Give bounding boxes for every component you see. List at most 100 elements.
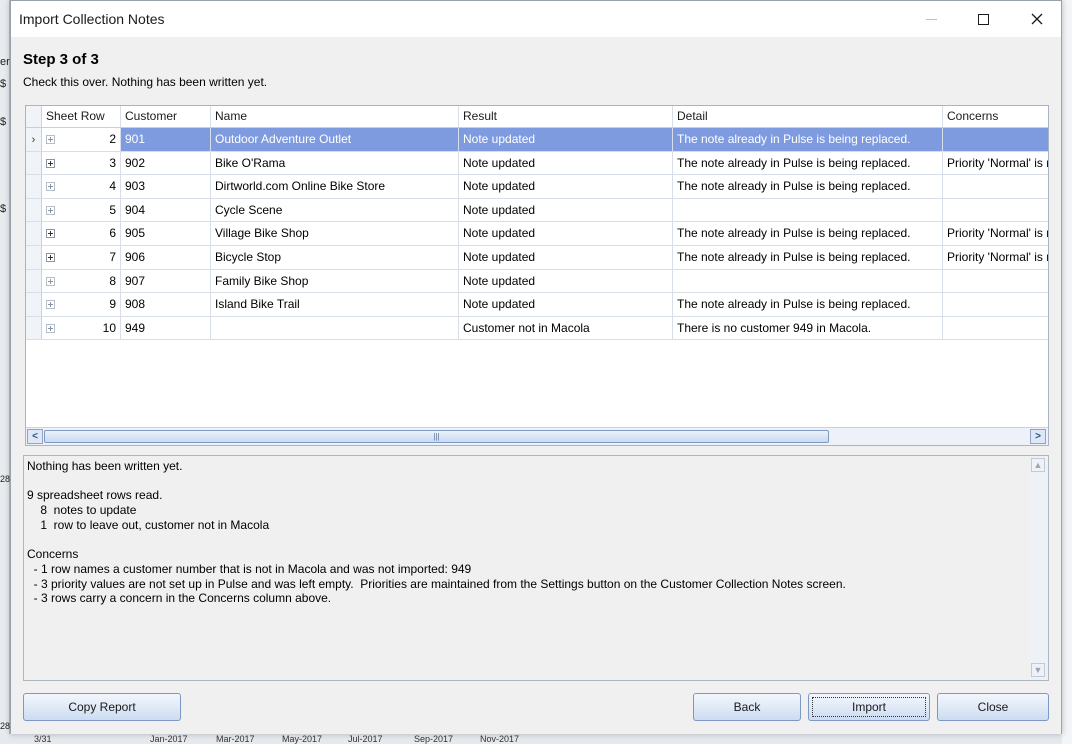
scroll-right-button[interactable]: > [1030,429,1046,444]
grid-header: Sheet Row Customer Name Result Detail Co… [26,106,1048,128]
detail-cell[interactable]: The note already in Pulse is being repla… [673,128,943,152]
column-header-customer[interactable]: Customer [121,106,211,127]
sheet-row-cell[interactable]: 6 [42,222,121,246]
customer-cell[interactable]: 907 [121,269,211,294]
result-cell[interactable]: Note updated [459,222,673,246]
import-button[interactable]: Import [808,693,930,721]
scroll-up-button[interactable]: ▲ [1031,458,1045,472]
step-subtitle: Check this over. Nothing has been writte… [23,75,268,89]
name-cell[interactable]: Village Bike Shop [211,222,459,246]
sheet-row-cell[interactable]: 7 [42,246,121,270]
customer-cell[interactable]: 904 [121,198,211,223]
result-cell[interactable]: Note updated [459,128,673,152]
name-cell[interactable]: Family Bike Shop [211,269,459,294]
customer-cell[interactable]: 902 [121,151,211,176]
concerns-cell[interactable] [943,175,1048,199]
horizontal-scroll-thumb[interactable]: ||| [44,430,829,443]
close-window-button[interactable] [1013,1,1061,37]
table-row[interactable]: 6 905 Village Bike Shop Note updated The… [26,222,1048,246]
concerns-cell[interactable]: Priority 'Normal' is n [943,152,1048,176]
name-cell[interactable]: Dirtworld.com Online Bike Store [211,175,459,199]
customer-cell[interactable]: 949 [121,316,211,341]
table-row[interactable]: 9 908 Island Bike Trail Note updated The… [26,293,1048,317]
sheet-row-cell[interactable]: 5 [42,198,121,223]
name-cell[interactable]: Island Bike Trail [211,293,459,317]
row-indicator [26,222,42,246]
sheet-row-cell[interactable]: 9 [42,293,121,317]
close-button[interactable]: Close [937,693,1049,721]
table-row[interactable]: 8 907 Family Bike Shop Note updated [26,269,1048,294]
table-row[interactable]: 10 949 Customer not in Macola There is n… [26,316,1048,341]
customer-cell[interactable]: 906 [121,246,211,270]
concerns-cell[interactable] [943,199,1048,223]
copy-report-button[interactable]: Copy Report [23,693,181,721]
column-header-result[interactable]: Result [459,106,673,127]
result-cell[interactable]: Note updated [459,175,673,199]
expand-row-icon[interactable] [46,229,55,239]
expand-row-icon[interactable] [46,300,55,310]
customer-cell[interactable]: 905 [121,222,211,246]
table-row[interactable]: › 2 901 Outdoor Adventure Outlet Note up… [26,128,1048,152]
name-cell[interactable] [211,316,459,341]
minimize-icon [925,18,937,20]
customer-cell[interactable]: 908 [121,293,211,317]
name-cell[interactable]: Bicycle Stop [211,246,459,270]
column-header-concerns[interactable]: Concerns [943,106,1048,127]
sheet-row-cell[interactable]: 10 [42,316,121,341]
expand-row-icon[interactable] [46,276,55,286]
column-header-detail[interactable]: Detail [673,106,943,127]
expand-row-icon[interactable] [46,158,55,168]
back-button[interactable]: Back [693,693,801,721]
name-cell[interactable]: Outdoor Adventure Outlet [211,128,459,152]
table-row[interactable]: 7 906 Bicycle Stop Note updated The note… [26,246,1048,270]
expand-row-icon[interactable] [46,135,55,144]
maximize-button[interactable] [959,1,1007,37]
result-cell[interactable]: Customer not in Macola [459,316,673,341]
sheet-row-cell[interactable]: 4 [42,175,121,199]
table-row[interactable]: 4 903 Dirtworld.com Online Bike Store No… [26,175,1048,199]
concerns-cell[interactable] [943,293,1048,317]
results-grid[interactable]: Sheet Row Customer Name Result Detail Co… [25,105,1049,446]
background-axis-label: May-2017 [282,734,323,744]
sheet-row-cell[interactable]: 2 [42,128,121,152]
result-cell[interactable]: Note updated [459,198,673,223]
name-cell[interactable]: Bike O'Rama [211,151,459,176]
column-header-sheet-row[interactable]: Sheet Row [42,106,121,127]
expand-row-icon[interactable] [46,205,55,215]
table-row[interactable]: 5 904 Cycle Scene Note updated [26,198,1048,223]
detail-cell[interactable]: The note already in Pulse is being repla… [673,293,943,317]
expand-row-icon[interactable] [46,323,55,333]
detail-cell[interactable]: The note already in Pulse is being repla… [673,222,943,246]
detail-cell[interactable]: There is no customer 949 in Macola. [673,316,943,341]
table-row[interactable]: 3 902 Bike O'Rama Note updated The note … [26,151,1048,176]
minimize-button[interactable] [907,1,955,37]
concerns-cell[interactable]: Priority 'Normal' is n [943,222,1048,246]
scroll-down-button[interactable]: ▼ [1031,663,1045,677]
report-textbox[interactable]: Nothing has been written yet. 9 spreadsh… [23,455,1049,681]
result-cell[interactable]: Note updated [459,293,673,317]
detail-cell[interactable]: The note already in Pulse is being repla… [673,151,943,176]
customer-cell[interactable]: 901 [121,128,211,152]
detail-cell[interactable]: The note already in Pulse is being repla… [673,246,943,270]
detail-cell[interactable] [673,198,943,223]
column-header-name[interactable]: Name [211,106,459,127]
sheet-row-cell[interactable]: 3 [42,151,121,176]
expand-row-icon[interactable] [46,182,55,192]
scroll-left-button[interactable]: < [27,429,43,444]
concerns-cell[interactable]: Priority 'Normal' is n [943,246,1048,270]
detail-cell[interactable]: The note already in Pulse is being repla… [673,175,943,199]
customer-cell[interactable]: 903 [121,175,211,199]
report-vertical-scrollbar[interactable]: ▲ ▼ [1030,457,1047,679]
sheet-row-cell[interactable]: 8 [42,269,121,294]
expand-row-icon[interactable] [46,253,55,262]
name-cell[interactable]: Cycle Scene [211,198,459,223]
grid-horizontal-scrollbar[interactable]: < ||| > [26,427,1048,445]
detail-cell[interactable] [673,269,943,294]
report-line: - 3 priority values are not set up in Pu… [27,576,846,591]
result-cell[interactable]: Note updated [459,269,673,294]
result-cell[interactable]: Note updated [459,151,673,176]
concerns-cell[interactable] [943,270,1048,294]
concerns-cell[interactable] [943,317,1048,341]
result-cell[interactable]: Note updated [459,246,673,270]
concerns-cell[interactable] [943,128,1048,152]
